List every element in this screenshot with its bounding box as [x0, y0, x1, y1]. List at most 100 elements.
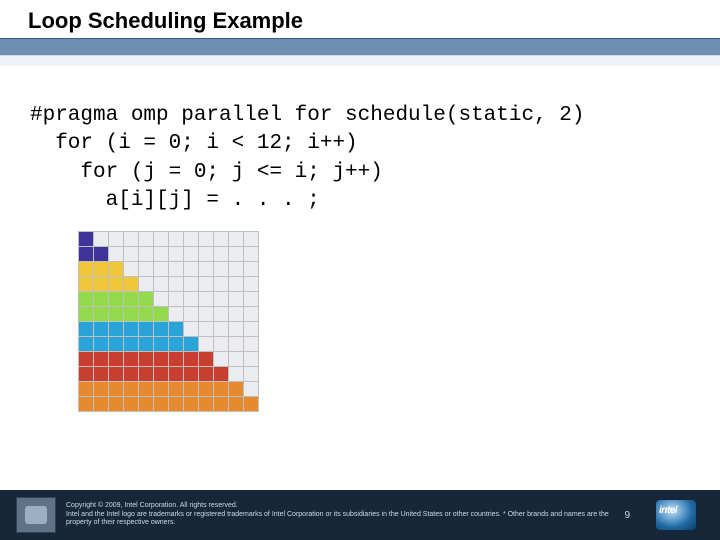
grid-cell	[94, 232, 109, 247]
grid-cell	[184, 367, 199, 382]
grid-cell	[199, 232, 214, 247]
grid-cell	[79, 262, 94, 277]
grid-cell	[109, 277, 124, 292]
grid-cell	[94, 337, 109, 352]
grid-cell	[79, 277, 94, 292]
grid-cell	[244, 337, 259, 352]
grid-cell	[139, 322, 154, 337]
grid-cell	[154, 232, 169, 247]
grid-cell	[199, 247, 214, 262]
grid-cell	[109, 262, 124, 277]
grid-cell	[214, 307, 229, 322]
grid-cell	[229, 307, 244, 322]
badge-inner	[25, 506, 47, 524]
grid-cell	[169, 277, 184, 292]
grid-cell	[199, 277, 214, 292]
grid-cell	[214, 322, 229, 337]
grid-cell	[109, 352, 124, 367]
grid-cell	[79, 352, 94, 367]
grid-cell	[229, 397, 244, 412]
grid-cell	[229, 367, 244, 382]
grid-cell	[79, 382, 94, 397]
grid-cell	[199, 337, 214, 352]
grid-cell	[94, 382, 109, 397]
grid-cell	[154, 337, 169, 352]
grid-cell	[79, 292, 94, 307]
grid-cell	[94, 247, 109, 262]
grid-cell	[109, 382, 124, 397]
grid-cell	[229, 352, 244, 367]
slide-body: #pragma omp parallel for schedule(static…	[0, 66, 720, 412]
grid-cell	[139, 247, 154, 262]
grid-cell	[79, 247, 94, 262]
intel-chip-icon	[656, 500, 696, 530]
grid-cell	[79, 367, 94, 382]
grid-cell	[94, 262, 109, 277]
page-number: 9	[624, 510, 630, 521]
grid-cell	[124, 292, 139, 307]
grid-cell	[169, 247, 184, 262]
grid-cell	[124, 232, 139, 247]
grid-cell	[214, 232, 229, 247]
title-bar: Loop Scheduling Example	[0, 0, 720, 38]
header-stripe	[0, 38, 720, 56]
grid-cell	[154, 247, 169, 262]
grid-cell	[169, 307, 184, 322]
grid-cell	[214, 352, 229, 367]
grid-cell	[184, 397, 199, 412]
intel-logo	[656, 500, 696, 530]
grid-cell	[109, 307, 124, 322]
grid-cell	[154, 382, 169, 397]
grid-cell	[109, 337, 124, 352]
grid-cell	[124, 307, 139, 322]
header-substripe	[0, 56, 720, 66]
grid-cell	[139, 277, 154, 292]
grid-cell	[244, 382, 259, 397]
grid-cell	[169, 337, 184, 352]
grid-cell	[169, 367, 184, 382]
grid-cell	[199, 292, 214, 307]
grid-cell	[244, 322, 259, 337]
grid-cell	[169, 292, 184, 307]
grid-cell	[94, 367, 109, 382]
grid-cell	[139, 337, 154, 352]
grid-cell	[169, 382, 184, 397]
grid-cell	[154, 367, 169, 382]
grid-cell	[154, 307, 169, 322]
grid-cell	[124, 247, 139, 262]
grid-cell	[229, 262, 244, 277]
grid-cell	[169, 352, 184, 367]
grid-cell	[109, 247, 124, 262]
grid-cell	[139, 397, 154, 412]
grid-cell	[184, 352, 199, 367]
grid-cell	[229, 382, 244, 397]
grid-cell	[184, 322, 199, 337]
grid-cell	[229, 247, 244, 262]
grid-cell	[244, 307, 259, 322]
grid-cell	[244, 262, 259, 277]
grid-cell	[79, 307, 94, 322]
grid-cell	[124, 262, 139, 277]
grid-cell	[199, 367, 214, 382]
grid-cell	[124, 397, 139, 412]
grid-cell	[214, 262, 229, 277]
grid-cell	[214, 397, 229, 412]
code-line-1: #pragma omp parallel for schedule(static…	[30, 104, 585, 127]
grid-cell	[109, 397, 124, 412]
grid-cell	[139, 262, 154, 277]
grid-cell	[184, 292, 199, 307]
grid-cell	[109, 232, 124, 247]
footer: Copyright © 2009, Intel Corporation. All…	[0, 490, 720, 540]
grid-cell	[169, 262, 184, 277]
grid-cell	[184, 277, 199, 292]
grid-cell	[139, 382, 154, 397]
code-line-2: for (i = 0; i < 12; i++)	[30, 132, 358, 155]
grid-cell	[199, 322, 214, 337]
grid-cell	[169, 397, 184, 412]
grid-cell	[214, 382, 229, 397]
copyright-line: Copyright © 2009, Intel Corporation. All…	[66, 502, 616, 510]
grid-cell	[79, 322, 94, 337]
grid-cell	[184, 247, 199, 262]
grid-cell	[199, 397, 214, 412]
grid-cell	[124, 367, 139, 382]
